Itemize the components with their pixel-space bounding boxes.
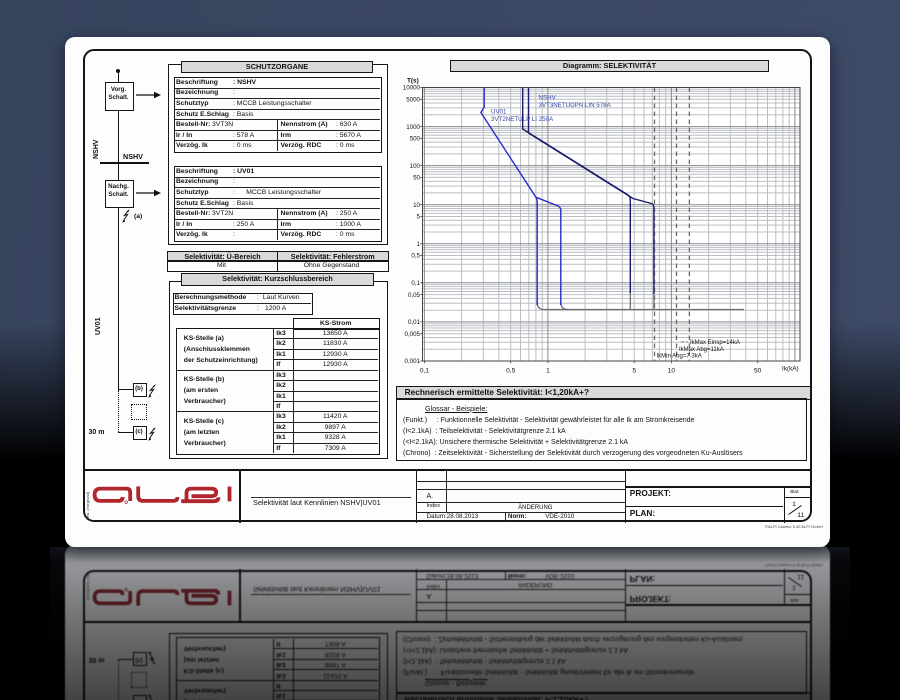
svg-text:0,1: 0,1: [420, 368, 429, 375]
svg-text:IkMax Einsp=14kA: IkMax Einsp=14kA: [690, 340, 740, 346]
svg-text:0,001: 0,001: [405, 358, 421, 365]
svg-text:0,05: 0,05: [408, 292, 421, 299]
svg-text:5000: 5000: [406, 97, 420, 104]
svg-text:50: 50: [754, 368, 762, 375]
svg-text:0,5: 0,5: [411, 253, 420, 260]
svg-text:100: 100: [410, 163, 421, 170]
svg-text:1: 1: [417, 241, 421, 248]
svg-text:10: 10: [668, 368, 676, 375]
svg-text:50: 50: [413, 175, 420, 182]
svg-text:0,01: 0,01: [408, 319, 421, 326]
svg-text:5: 5: [417, 214, 421, 221]
svg-text:3VT3NETUDPN LIN 578A: 3VT3NETUDPN LIN 578A: [539, 102, 612, 109]
svg-text:10: 10: [413, 202, 420, 209]
svg-text:IkMax Abg=11kA: IkMax Abg=11kA: [679, 347, 724, 353]
svg-text:1000: 1000: [406, 124, 420, 131]
svg-text:IkMin Abg=7.3kA: IkMin Abg=7.3kA: [657, 353, 702, 359]
svg-text:0,5: 0,5: [506, 368, 515, 375]
svg-text:1: 1: [546, 368, 550, 375]
svg-text:0,005: 0,005: [405, 331, 421, 338]
svg-text:Ik(kA): Ik(kA): [782, 366, 799, 373]
svg-text:T(s): T(s): [407, 78, 419, 85]
svg-text:UV01: UV01: [491, 109, 507, 116]
svg-text:5: 5: [632, 368, 636, 375]
svg-text:0,1: 0,1: [411, 280, 420, 287]
svg-text:3VT2NETULP LI 250A: 3VT2NETULP LI 250A: [491, 116, 554, 123]
svg-text:500: 500: [410, 136, 421, 143]
svg-text:10000: 10000: [403, 85, 421, 92]
svg-text:NSHV: NSHV: [539, 95, 557, 102]
